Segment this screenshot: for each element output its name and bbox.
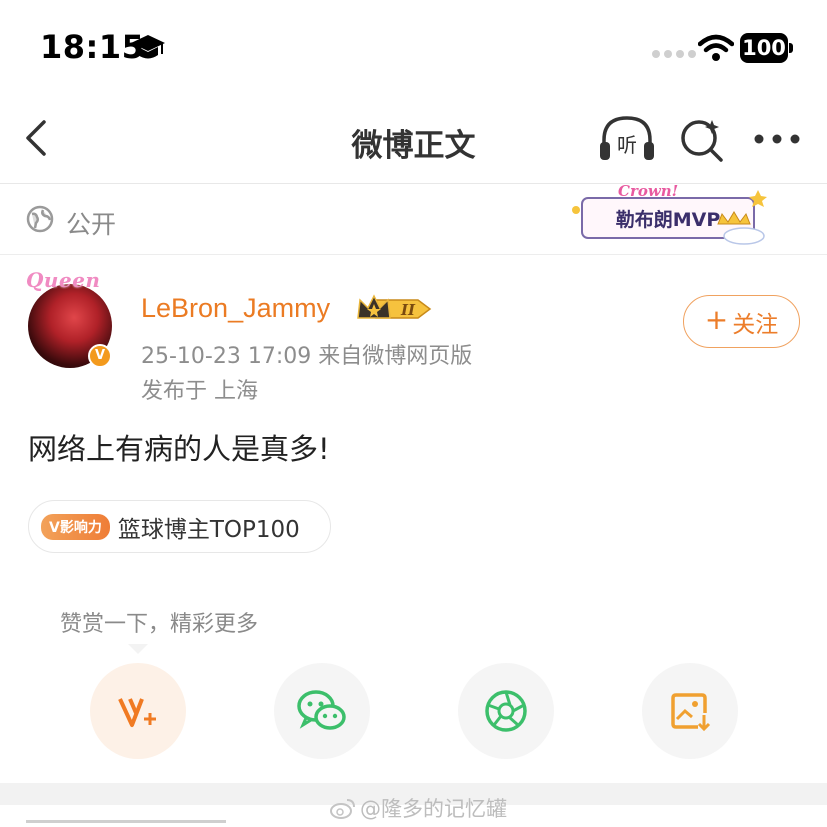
tooltip-arrow [128,644,148,654]
next-section-partial [26,820,226,827]
cellular-signal-icon [652,50,696,58]
save-image-icon [671,693,711,732]
search-icon[interactable] [678,116,726,164]
graduation-cap-icon [131,35,165,59]
vip-crown-badge[interactable]: II [356,292,436,326]
username[interactable]: LeBron_Jammy [141,293,330,324]
plus-icon: + [704,303,729,336]
wifi-icon [698,34,734,61]
post-location: 发布于 上海 [141,379,258,404]
influence-tag[interactable]: V影响力 篮球博主TOP100 [28,500,331,553]
verified-badge-icon: V [88,344,112,368]
more-options-icon[interactable] [752,132,802,146]
crown-mvp-badge[interactable]: Crown! 勒布朗MVP [568,180,776,252]
post-text: 网络上有病的人是真多! [28,432,330,466]
save-image-button[interactable] [642,663,738,759]
svg-text:听: 听 [617,133,637,157]
moments-icon [485,690,527,732]
battery-level: 100 [740,33,788,63]
reward-icon [118,698,156,727]
battery-indicator: 100 [740,33,794,63]
wechat-icon [297,690,346,730]
reward-button[interactable] [90,663,186,759]
weibo-logo-icon [330,799,355,819]
avatar[interactable]: Queen V [26,268,116,368]
reward-tooltip: 赞赏一下，精彩更多 [60,612,259,637]
share-moments-button[interactable] [458,663,554,759]
svg-text:II: II [400,301,416,319]
follow-button[interactable]: + 关注 [683,295,800,348]
share-wechat-button[interactable] [274,663,370,759]
svg-text:勒布朗MVP: 勒布朗MVP [616,208,721,231]
post-meta: 25-10-23 17:09 来自微博网页版 [141,344,473,369]
headphones-listen-icon[interactable]: 听 [598,114,656,164]
status-bar: 18:15 100 [0,0,827,92]
watermark: @隆多的记忆罐 [330,793,507,823]
globe-icon [26,205,54,233]
status-time: 18:15 [40,28,145,66]
avatar-frame-text: Queen [26,268,101,292]
influence-badge: V影响力 [41,513,110,540]
svg-text:Crown!: Crown! [618,182,678,200]
watermark-text: @隆多的记忆罐 [360,797,507,821]
follow-label: 关注 [732,311,779,338]
visibility-label: 公开 [66,210,117,239]
influence-label: 篮球博主TOP100 [117,516,300,543]
nav-bar: 微博正文 听 [0,92,827,184]
